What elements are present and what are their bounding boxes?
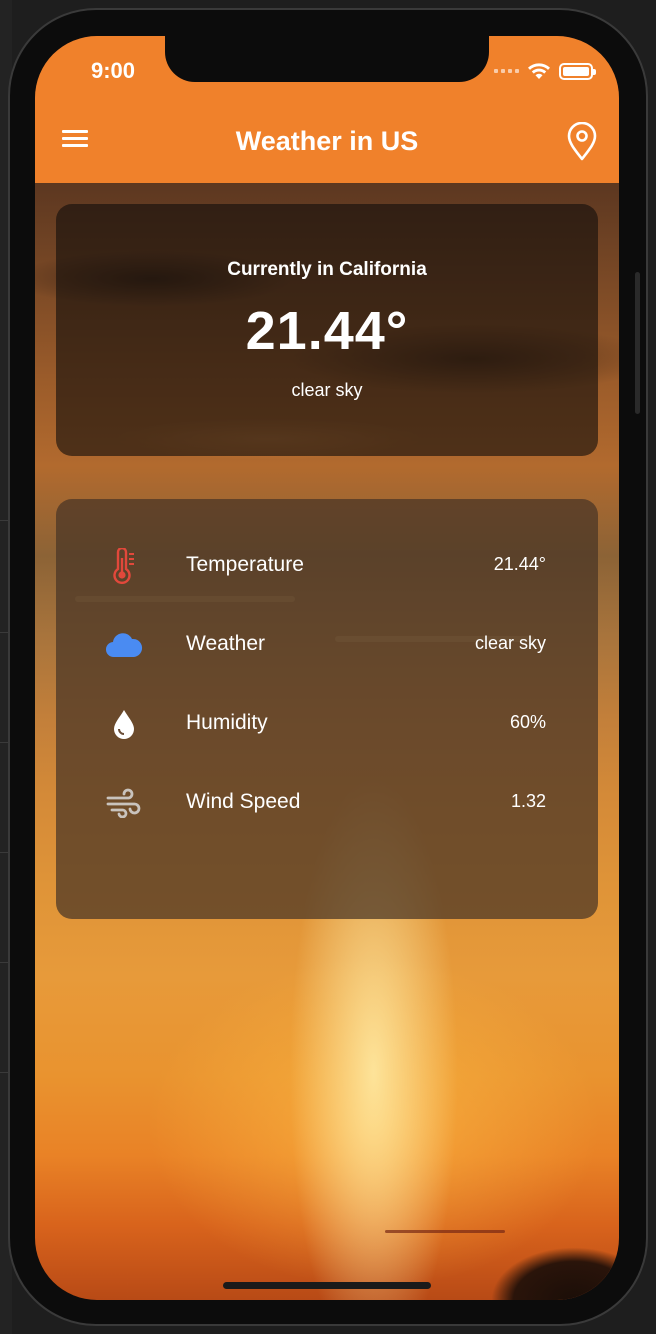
detail-value: 21.44° — [493, 554, 546, 574]
detail-value: 1.32 — [510, 791, 546, 811]
detail-value: clear sky — [474, 633, 546, 653]
detail-row-humidity: Humidity 60% — [56, 699, 598, 749]
wifi-icon — [528, 63, 550, 79]
detail-value: 60% — [509, 712, 546, 732]
device-notch — [165, 36, 489, 82]
status-time: 9:00 — [90, 58, 136, 83]
thermometer-icon — [104, 547, 144, 585]
detail-row-wind-speed: Wind Speed 1.32 — [56, 778, 598, 828]
side-button — [635, 272, 640, 414]
tree-silhouette — [469, 1220, 619, 1300]
status-icons — [494, 62, 596, 80]
detail-label: Wind Speed — [186, 790, 301, 813]
weather-details-card: Temperature 21.44° Weather clear sky Hum… — [56, 499, 598, 919]
app-bar: 9:00 Weather in US — [35, 36, 619, 183]
current-weather-card: Currently in California 21.44° clear sky — [56, 204, 598, 456]
water-drop-icon — [104, 705, 144, 743]
signal-icon — [494, 69, 519, 73]
detail-row-temperature: Temperature 21.44° — [56, 541, 598, 591]
wind-icon — [104, 784, 144, 822]
battery-icon — [559, 62, 596, 80]
cloud-icon — [104, 626, 144, 664]
location-pin-icon — [567, 121, 597, 161]
app-screen: 9:00 Weather in US Currently in Californ… — [35, 36, 619, 1300]
current-temperature: 21.44° — [245, 301, 409, 361]
home-indicator[interactable] — [223, 1282, 431, 1289]
page-title: Weather in US — [235, 126, 419, 156]
current-description: clear sky — [291, 380, 363, 400]
current-location-label: Currently in California — [227, 259, 427, 280]
detail-label: Weather — [186, 632, 265, 655]
detail-label: Temperature — [186, 553, 304, 576]
detail-label: Humidity — [186, 711, 268, 734]
detail-row-weather: Weather clear sky — [56, 620, 598, 670]
location-pin-button[interactable] — [565, 121, 599, 162]
